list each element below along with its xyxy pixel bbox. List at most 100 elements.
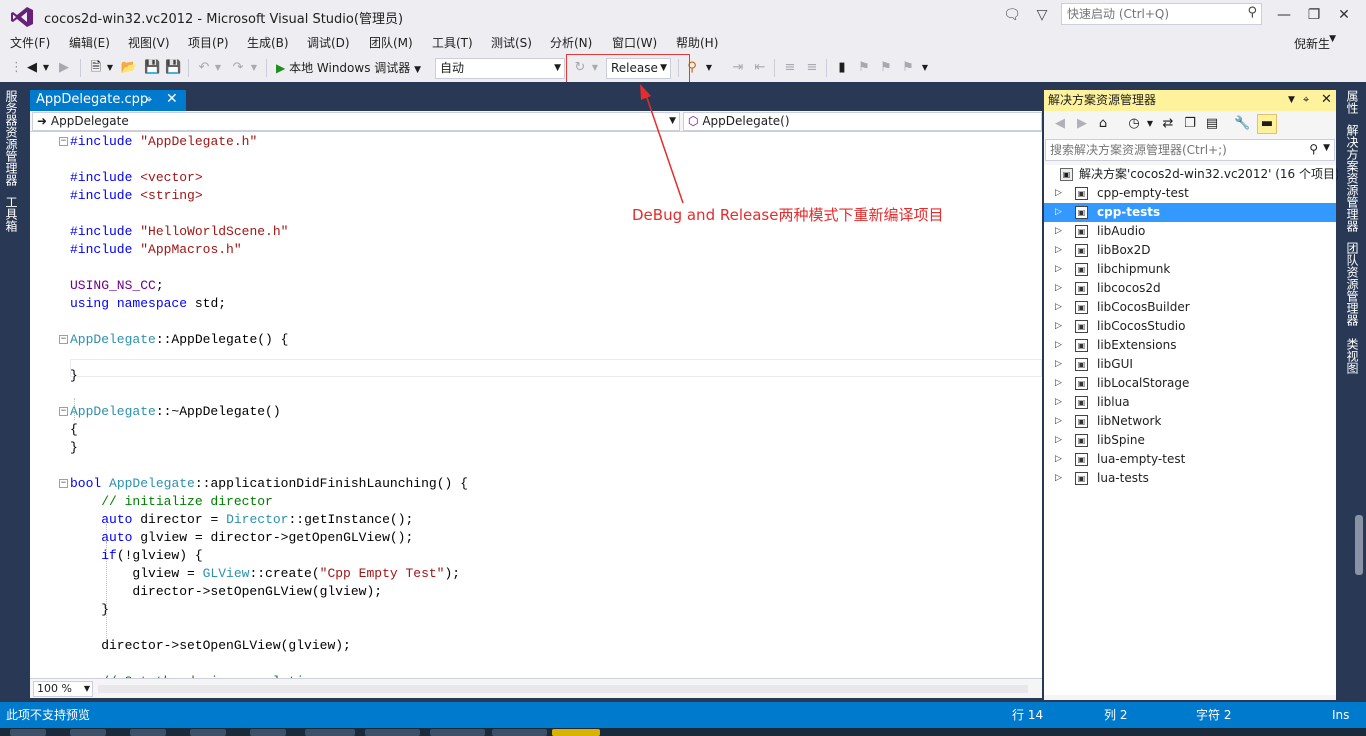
solution-root-node[interactable]: ▣ 解决方案'cocos2d-win32.vc2012' (16 个项目) [1044,165,1340,184]
tree-project-item[interactable]: ▷ ▣ libExtensions [1044,336,1336,355]
tree-project-item[interactable]: ▷ ▣ libGUI [1044,355,1336,374]
chevron-down-icon[interactable]: ▼ [1323,143,1330,153]
properties-wrench-icon[interactable]: 🔧 [1234,116,1250,132]
tree-project-item[interactable]: ▷ ▣ libLocalStorage [1044,374,1336,393]
chevron-down-icon[interactable]: ▼ [705,59,713,77]
redo-icon[interactable]: ↷ [230,59,246,77]
pin-icon[interactable]: ⌖ [146,90,152,110]
taskbar-app-icon[interactable] [305,729,355,736]
taskbar-active-app-icon[interactable] [552,729,600,736]
toolbox-tab[interactable]: 工具箱 [3,196,20,232]
type-scope-select[interactable]: ➜ AppDelegate ▼ [32,112,680,131]
forward-arrow-icon[interactable]: ▶ [56,59,72,77]
expand-arrow-icon[interactable]: ▷ [1055,184,1062,203]
pin-icon[interactable]: ⌖ [1303,90,1309,110]
horizontal-scrollbar[interactable] [98,685,1028,693]
fold-toggle[interactable]: − [59,479,68,488]
tree-project-item[interactable]: ▷ ▣ libCocosStudio [1044,317,1336,336]
expand-arrow-icon[interactable]: ▷ [1055,412,1062,431]
tree-project-item[interactable]: ▷ ▣ lua-empty-test [1044,450,1336,469]
expand-arrow-icon[interactable]: ▷ [1055,355,1062,374]
expand-arrow-icon[interactable]: ▷ [1055,222,1062,241]
document-tab[interactable]: AppDelegate.cpp ⌖ ✕ [30,90,186,111]
taskbar-app-icon[interactable] [250,729,286,736]
expand-arrow-icon[interactable]: ▷ [1055,241,1062,260]
server-explorer-tab[interactable]: 服务器资源管理器 [3,90,20,186]
menu-tools[interactable]: 工具(T) [432,34,473,51]
solution-explorer-tab[interactable]: 解决方案资源管理器 [1344,124,1361,232]
undo-icon[interactable]: ↶ [196,59,212,77]
chevron-down-icon[interactable]: ▼ [1142,116,1158,132]
menu-test[interactable]: 测试(S) [491,34,532,51]
indent-icon[interactable]: ⇥ [730,59,746,77]
menu-file[interactable]: 文件(F) [10,34,50,51]
expand-arrow-icon[interactable]: ▷ [1055,393,1062,412]
next-bookmark-icon[interactable]: ⚑ [878,59,894,77]
expand-arrow-icon[interactable]: ▷ [1055,260,1062,279]
fold-toggle[interactable]: − [59,137,68,146]
toolbar-overflow-icon[interactable]: ▼ [921,59,929,77]
solution-search-box[interactable]: ⚲ ▼ [1045,139,1335,161]
solution-search-input[interactable] [1046,140,1301,160]
save-icon[interactable]: 💾 [144,59,160,77]
class-view-tab[interactable]: 类视图 [1344,338,1361,374]
uncomment-icon[interactable]: ≡ [804,59,820,77]
chevron-down-icon[interactable]: ▼ [1288,90,1295,110]
menu-view[interactable]: 视图(V) [128,34,170,51]
home-icon[interactable]: ⌂ [1095,116,1111,132]
tree-project-item[interactable]: ▷ ▣ libCocosBuilder [1044,298,1336,317]
taskbar-app-icon[interactable] [130,729,166,736]
tree-project-item[interactable]: ▷ ▣ lua-tests [1044,469,1336,488]
menu-edit[interactable]: 编辑(E) [69,34,110,51]
tree-project-item[interactable]: ▷ ▣ libBox2D [1044,241,1336,260]
taskbar-app-icon[interactable] [365,729,420,736]
taskbar-app-icon[interactable] [492,729,547,736]
tree-project-item[interactable]: ▷ ▣ libNetwork [1044,412,1336,431]
chevron-down-icon[interactable]: ▼ [1329,34,1336,44]
quick-launch-box[interactable]: ⚲ [1061,3,1262,25]
zoom-select[interactable]: 100 % ▼ [33,681,93,697]
expand-arrow-icon[interactable]: ▷ [1055,336,1062,355]
back-arrow-icon[interactable]: ◀ [24,59,40,77]
collapse-all-icon[interactable]: ❐ [1182,116,1198,132]
tree-project-item[interactable]: ▷ ▣ cpp-empty-test [1044,184,1336,203]
start-debugging-button[interactable]: ▶ 本地 Windows 调试器 ▼ [276,59,421,77]
expand-arrow-icon[interactable]: ▷ [1055,450,1062,469]
member-select[interactable]: ⬡ AppDelegate() [683,112,1042,131]
close-button[interactable]: ✕ [1330,4,1358,26]
taskbar-app-icon[interactable] [430,729,485,736]
chevron-down-icon[interactable]: ▼ [42,59,50,77]
expand-arrow-icon[interactable]: ▷ [1055,298,1062,317]
menu-analyze[interactable]: 分析(N) [550,34,592,51]
history-icon[interactable]: ◷ [1126,116,1142,132]
bookmark-icon[interactable]: ▮ [834,59,850,77]
expand-arrow-icon[interactable]: ▷ [1055,374,1062,393]
fold-toggle[interactable]: − [59,335,68,344]
menu-team[interactable]: 团队(M) [369,34,413,51]
taskbar-app-icon[interactable] [190,729,226,736]
new-project-icon[interactable]: 🗎 [88,59,104,77]
maximize-button[interactable]: ❐ [1300,4,1328,26]
team-explorer-tab[interactable]: 团队资源管理器 [1344,242,1361,326]
outdent-icon[interactable]: ⇤ [752,59,768,77]
tree-project-item[interactable]: ▷ ▣ libSpine [1044,431,1336,450]
toolbar-grip-icon[interactable]: ⋮ [10,59,23,77]
close-icon[interactable]: ✕ [166,89,178,109]
expand-arrow-icon[interactable]: ▷ [1055,469,1062,488]
forward-arrow-icon[interactable]: ▶ [1074,116,1090,132]
quick-launch-input[interactable] [1062,4,1237,24]
taskbar-app-icon[interactable] [10,729,46,736]
save-all-icon[interactable]: 💾 [165,59,181,77]
back-arrow-icon[interactable]: ◀ [1052,116,1068,132]
menu-window[interactable]: 窗口(W) [612,34,657,51]
open-folder-icon[interactable]: 📂 [120,59,138,77]
previous-bookmark-icon[interactable]: ⚑ [856,59,872,77]
chevron-down-icon[interactable]: ▼ [106,59,114,77]
menu-debug[interactable]: 调试(D) [307,34,350,51]
properties-tab[interactable]: 属性 [1344,90,1361,114]
tree-project-item[interactable]: ▷ ▣ liblua [1044,393,1336,412]
expand-arrow-icon[interactable]: ▷ [1055,203,1062,222]
sync-icon[interactable]: ⇄ [1160,116,1176,132]
tree-project-item[interactable]: ▷ ▣ cpp-tests [1044,203,1336,222]
tree-project-item[interactable]: ▷ ▣ libAudio [1044,222,1336,241]
